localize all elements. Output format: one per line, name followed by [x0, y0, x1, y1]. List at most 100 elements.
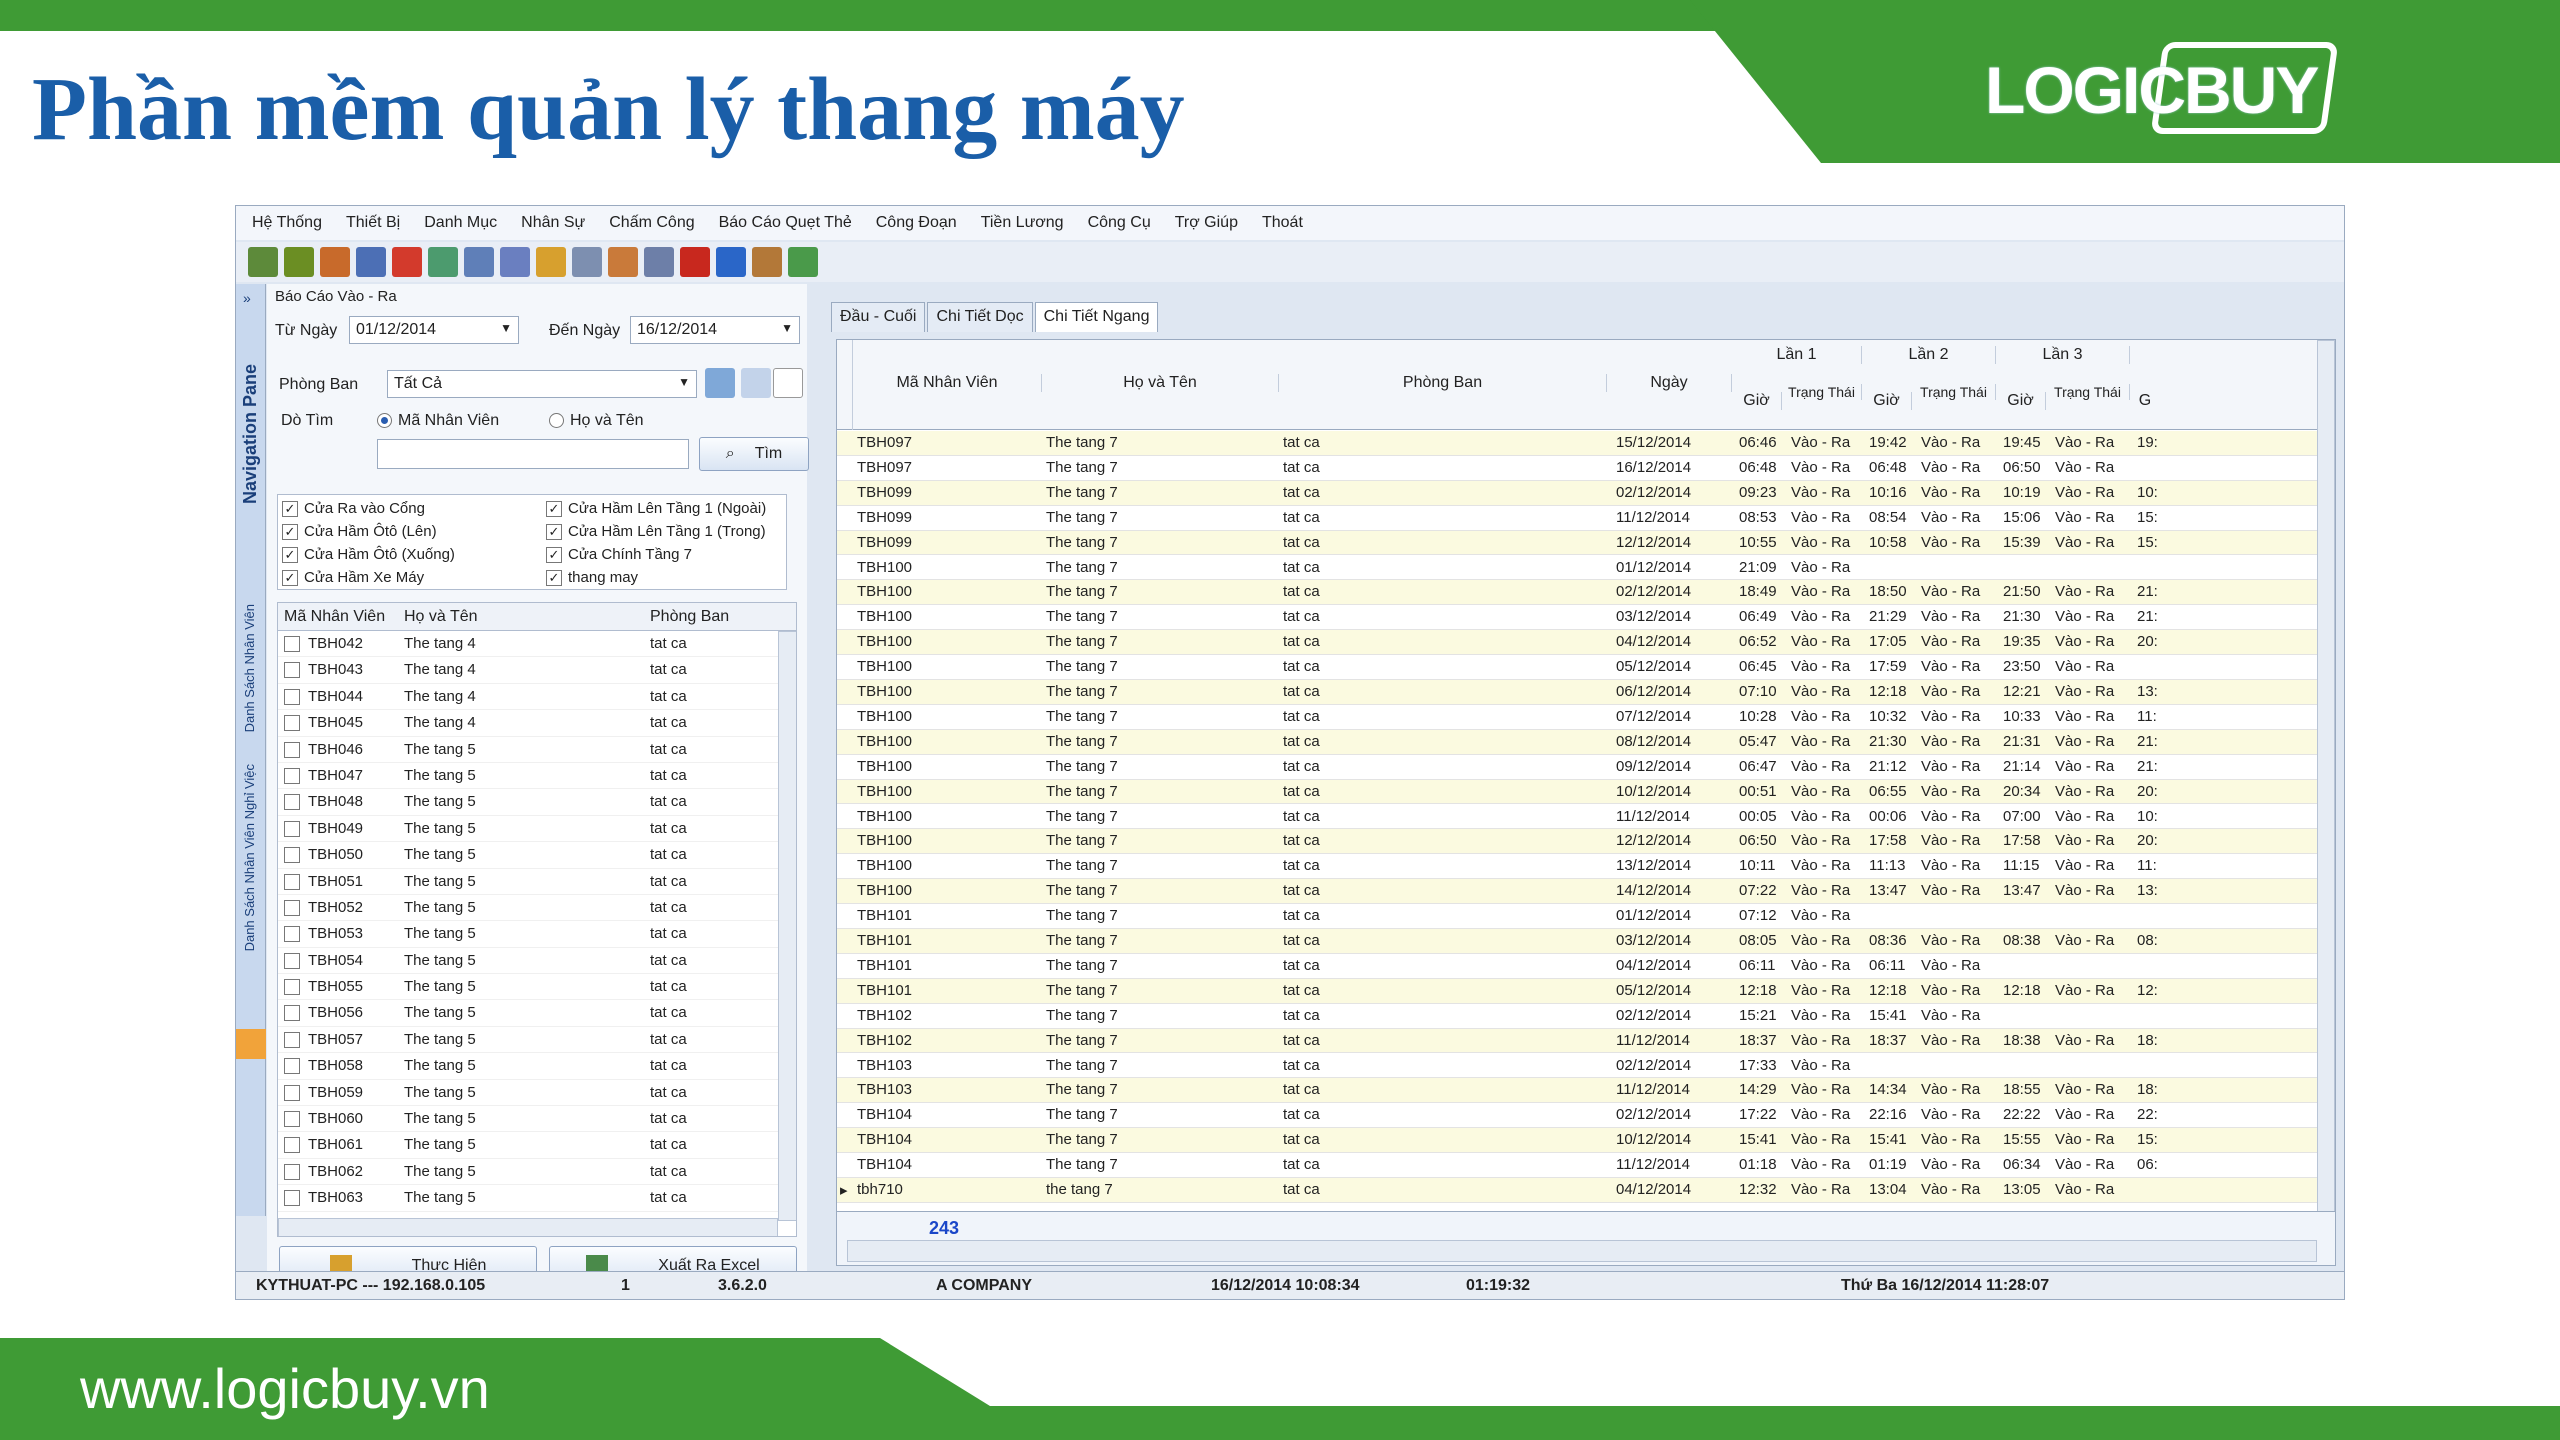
tab-chi-tiet-ngang[interactable]: Chi Tiết Ngang — [1034, 302, 1159, 332]
checkbox-icon[interactable] — [284, 636, 300, 652]
employee-row[interactable]: TBH055 The tang 5 tat ca — [278, 974, 796, 1001]
book-icon[interactable] — [356, 247, 386, 277]
report-icon[interactable] — [536, 247, 566, 277]
menu-item[interactable]: Chấm Công — [597, 214, 706, 232]
employee-row[interactable]: TBH053 The tang 5 tat ca — [278, 921, 796, 948]
stop-icon[interactable] — [392, 247, 422, 277]
filter-item[interactable]: ✓ Cửa Hầm Lên Tầng 1 (Trong) — [546, 523, 766, 541]
grid-row[interactable]: TBH100 The tang 7 tat ca 13/12/2014 10:11 Vào… — [837, 854, 2335, 880]
menu-item[interactable]: Nhân Sự — [509, 214, 597, 232]
employee-row[interactable]: TBH052 The tang 5 tat ca — [278, 895, 796, 922]
col-name-header[interactable]: Họ và Tên — [1042, 374, 1279, 392]
checkbox-icon[interactable] — [284, 1084, 300, 1101]
list-icon[interactable] — [428, 247, 458, 277]
expand-icon[interactable]: » — [243, 290, 251, 306]
employee-row[interactable]: TBH058 The tang 5 tat ca — [278, 1053, 796, 1080]
checkbox-icon[interactable] — [284, 952, 300, 969]
export-icon[interactable] — [752, 247, 782, 277]
checkbox-icon[interactable] — [284, 1005, 300, 1022]
find-button[interactable]: ⌕ Tìm — [699, 437, 809, 471]
menu-item[interactable]: Danh Mục — [412, 214, 509, 232]
grid-row[interactable]: TBH102 The tang 7 tat ca 11/12/2014 18:37 Vào… — [837, 1028, 2335, 1054]
filter-item[interactable]: ✓ Cửa Hầm Ôtô (Xuống) — [282, 546, 455, 564]
employee-row[interactable]: TBH054 The tang 5 tat ca — [278, 948, 796, 975]
checkbox-icon[interactable] — [284, 662, 300, 679]
grid-row[interactable]: TBH100 The tang 7 tat ca 12/12/2014 06:50 Vào… — [837, 829, 2335, 855]
employee-row[interactable]: TBH063 The tang 5 tat ca — [278, 1185, 796, 1212]
menu-item[interactable]: Tiền Lương — [969, 214, 1076, 232]
employee-row[interactable]: TBH060 The tang 5 tat ca — [278, 1106, 796, 1133]
card-icon[interactable] — [572, 247, 602, 277]
col-code-header[interactable]: Mã Nhân Viên — [284, 608, 385, 626]
select-all-icon[interactable] — [741, 368, 771, 398]
users-icon[interactable] — [320, 247, 350, 277]
filter-item[interactable]: ✓ Cửa Chính Tầng 7 — [546, 546, 692, 564]
grid-row[interactable]: TBH099 The tang 7 tat ca 02/12/2014 09:23 Vào… — [837, 480, 2335, 506]
checkbox-icon[interactable] — [284, 873, 300, 890]
grid-row[interactable]: TBH100 The tang 7 tat ca 09/12/2014 06:47 Vào… — [837, 755, 2335, 780]
clear-icon[interactable] — [773, 368, 803, 398]
grid-row[interactable]: TBH104 The tang 7 tat ca 10/12/2014 15:41 Vào… — [837, 1128, 2335, 1154]
grid-row[interactable]: TBH100 The tang 7 tat ca 08/12/2014 05:47 Vào… — [837, 729, 2335, 755]
grid-row[interactable]: TBH101 The tang 7 tat ca 03/12/2014 08:05 Vào… — [837, 929, 2335, 954]
filter-item[interactable]: ✓ Cửa Hầm Lên Tầng 1 (Ngoài) — [546, 500, 766, 518]
menu-item[interactable]: Thiết Bị — [334, 214, 412, 232]
checkbox-icon[interactable] — [284, 926, 300, 943]
menu-item[interactable]: Báo Cáo Quẹt Thẻ — [707, 214, 864, 232]
people-icon[interactable] — [608, 247, 638, 277]
employee-hscrollbar[interactable] — [278, 1218, 778, 1236]
grid-row[interactable]: TBH101 The tang 7 tat ca 04/12/2014 06:11 Vào… — [837, 954, 2335, 979]
filter-icon[interactable] — [248, 247, 278, 277]
checkbox-icon[interactable] — [284, 1031, 300, 1048]
refresh-icon[interactable] — [705, 368, 735, 398]
col-gio2-header[interactable]: Giờ — [1862, 392, 1912, 410]
checkbox-icon[interactable] — [284, 1163, 300, 1180]
radio-code[interactable]: Mã Nhân Viên — [377, 412, 499, 430]
to-date-picker[interactable]: 16/12/2014 ▼ — [630, 316, 800, 344]
checkbox-icon[interactable] — [284, 847, 300, 864]
employee-row[interactable]: TBH042 The tang 4 tat ca — [278, 631, 796, 658]
side-tab-employees[interactable]: Danh Sách Nhân Viên — [242, 604, 257, 732]
employee-row[interactable]: TBH051 The tang 5 tat ca — [278, 869, 796, 895]
add-icon[interactable] — [716, 247, 746, 277]
grid-row[interactable]: TBH100 The tang 7 tat ca 03/12/2014 06:49 Vào… — [837, 605, 2335, 631]
employee-row[interactable]: TBH062 The tang 5 tat ca — [278, 1159, 796, 1186]
menu-item[interactable]: Hệ Thống — [240, 214, 334, 232]
filter-item[interactable]: ✓ Cửa Hầm Xe Máy — [282, 569, 424, 587]
monitor-icon[interactable] — [464, 247, 494, 277]
employee-row[interactable]: TBH047 The tang 5 tat ca — [278, 763, 796, 790]
checkbox-icon[interactable] — [284, 1190, 300, 1207]
col-date-header[interactable]: Ngày — [1607, 374, 1732, 392]
col-code-header[interactable]: Mã Nhân Viên — [853, 374, 1042, 392]
checkbox-icon[interactable] — [284, 794, 300, 811]
side-tab-resigned[interactable]: Danh Sách Nhân Viên Nghỉ Việc — [242, 764, 257, 951]
employee-row[interactable]: TBH046 The tang 5 tat ca — [278, 737, 796, 763]
radio-name[interactable]: Họ và Tên — [549, 412, 644, 430]
grid-row[interactable]: TBH100 The tang 7 tat ca 01/12/2014 21:09 Vào… — [837, 556, 2335, 581]
grid-row[interactable]: TBH100 The tang 7 tat ca 02/12/2014 18:49 Vào… — [837, 580, 2335, 606]
employee-row[interactable]: TBH049 The tang 5 tat ca — [278, 816, 796, 843]
navigation-pane[interactable]: » Navigation Pane Danh Sách Nhân Viên Da… — [236, 284, 266, 1216]
grid-row[interactable]: TBH103 The tang 7 tat ca 11/12/2014 14:29 Vào… — [837, 1078, 2335, 1104]
grid-hscrollbar[interactable] — [847, 1240, 2317, 1262]
grid-row[interactable]: TBH102 The tang 7 tat ca 02/12/2014 15:21 Vào… — [837, 1004, 2335, 1029]
checkbox-icon[interactable] — [284, 899, 300, 916]
grid-row[interactable]: TBH100 The tang 7 tat ca 04/12/2014 06:52 Vào… — [837, 630, 2335, 656]
calendar-icon[interactable] — [644, 247, 674, 277]
checkbox-icon[interactable] — [284, 979, 300, 996]
grid-row[interactable]: TBH100 The tang 7 tat ca 07/12/2014 10:28 Vào… — [837, 705, 2335, 730]
grid-row[interactable]: TBH100 The tang 7 tat ca 14/12/2014 07:22 Vào… — [837, 879, 2335, 905]
checkbox-icon[interactable] — [284, 688, 300, 705]
filter-item[interactable]: ✓ Cửa Hầm Ôtô (Lên) — [282, 523, 437, 541]
grid-row[interactable]: TBH097 The tang 7 tat ca 16/12/2014 06:48 Vào… — [837, 456, 2335, 481]
employee-row[interactable]: TBH050 The tang 5 tat ca — [278, 842, 796, 869]
employee-row[interactable]: TBH043 The tang 4 tat ca — [278, 657, 796, 684]
employee-row[interactable]: TBH048 The tang 5 tat ca — [278, 789, 796, 816]
from-date-picker[interactable]: 01/12/2014 ▼ — [349, 316, 519, 344]
checkbox-icon[interactable] — [284, 1137, 300, 1154]
grid-row[interactable]: TBH101 The tang 7 tat ca 05/12/2014 12:18 Vào… — [837, 978, 2335, 1004]
menu-item[interactable]: Thoát — [1250, 214, 1315, 232]
grid-scrollbar[interactable] — [2317, 340, 2335, 1215]
grid-row[interactable]: TBH099 The tang 7 tat ca 11/12/2014 08:53 Vào… — [837, 506, 2335, 531]
grid-row[interactable]: TBH101 The tang 7 tat ca 01/12/2014 07:12 Vào… — [837, 904, 2335, 929]
